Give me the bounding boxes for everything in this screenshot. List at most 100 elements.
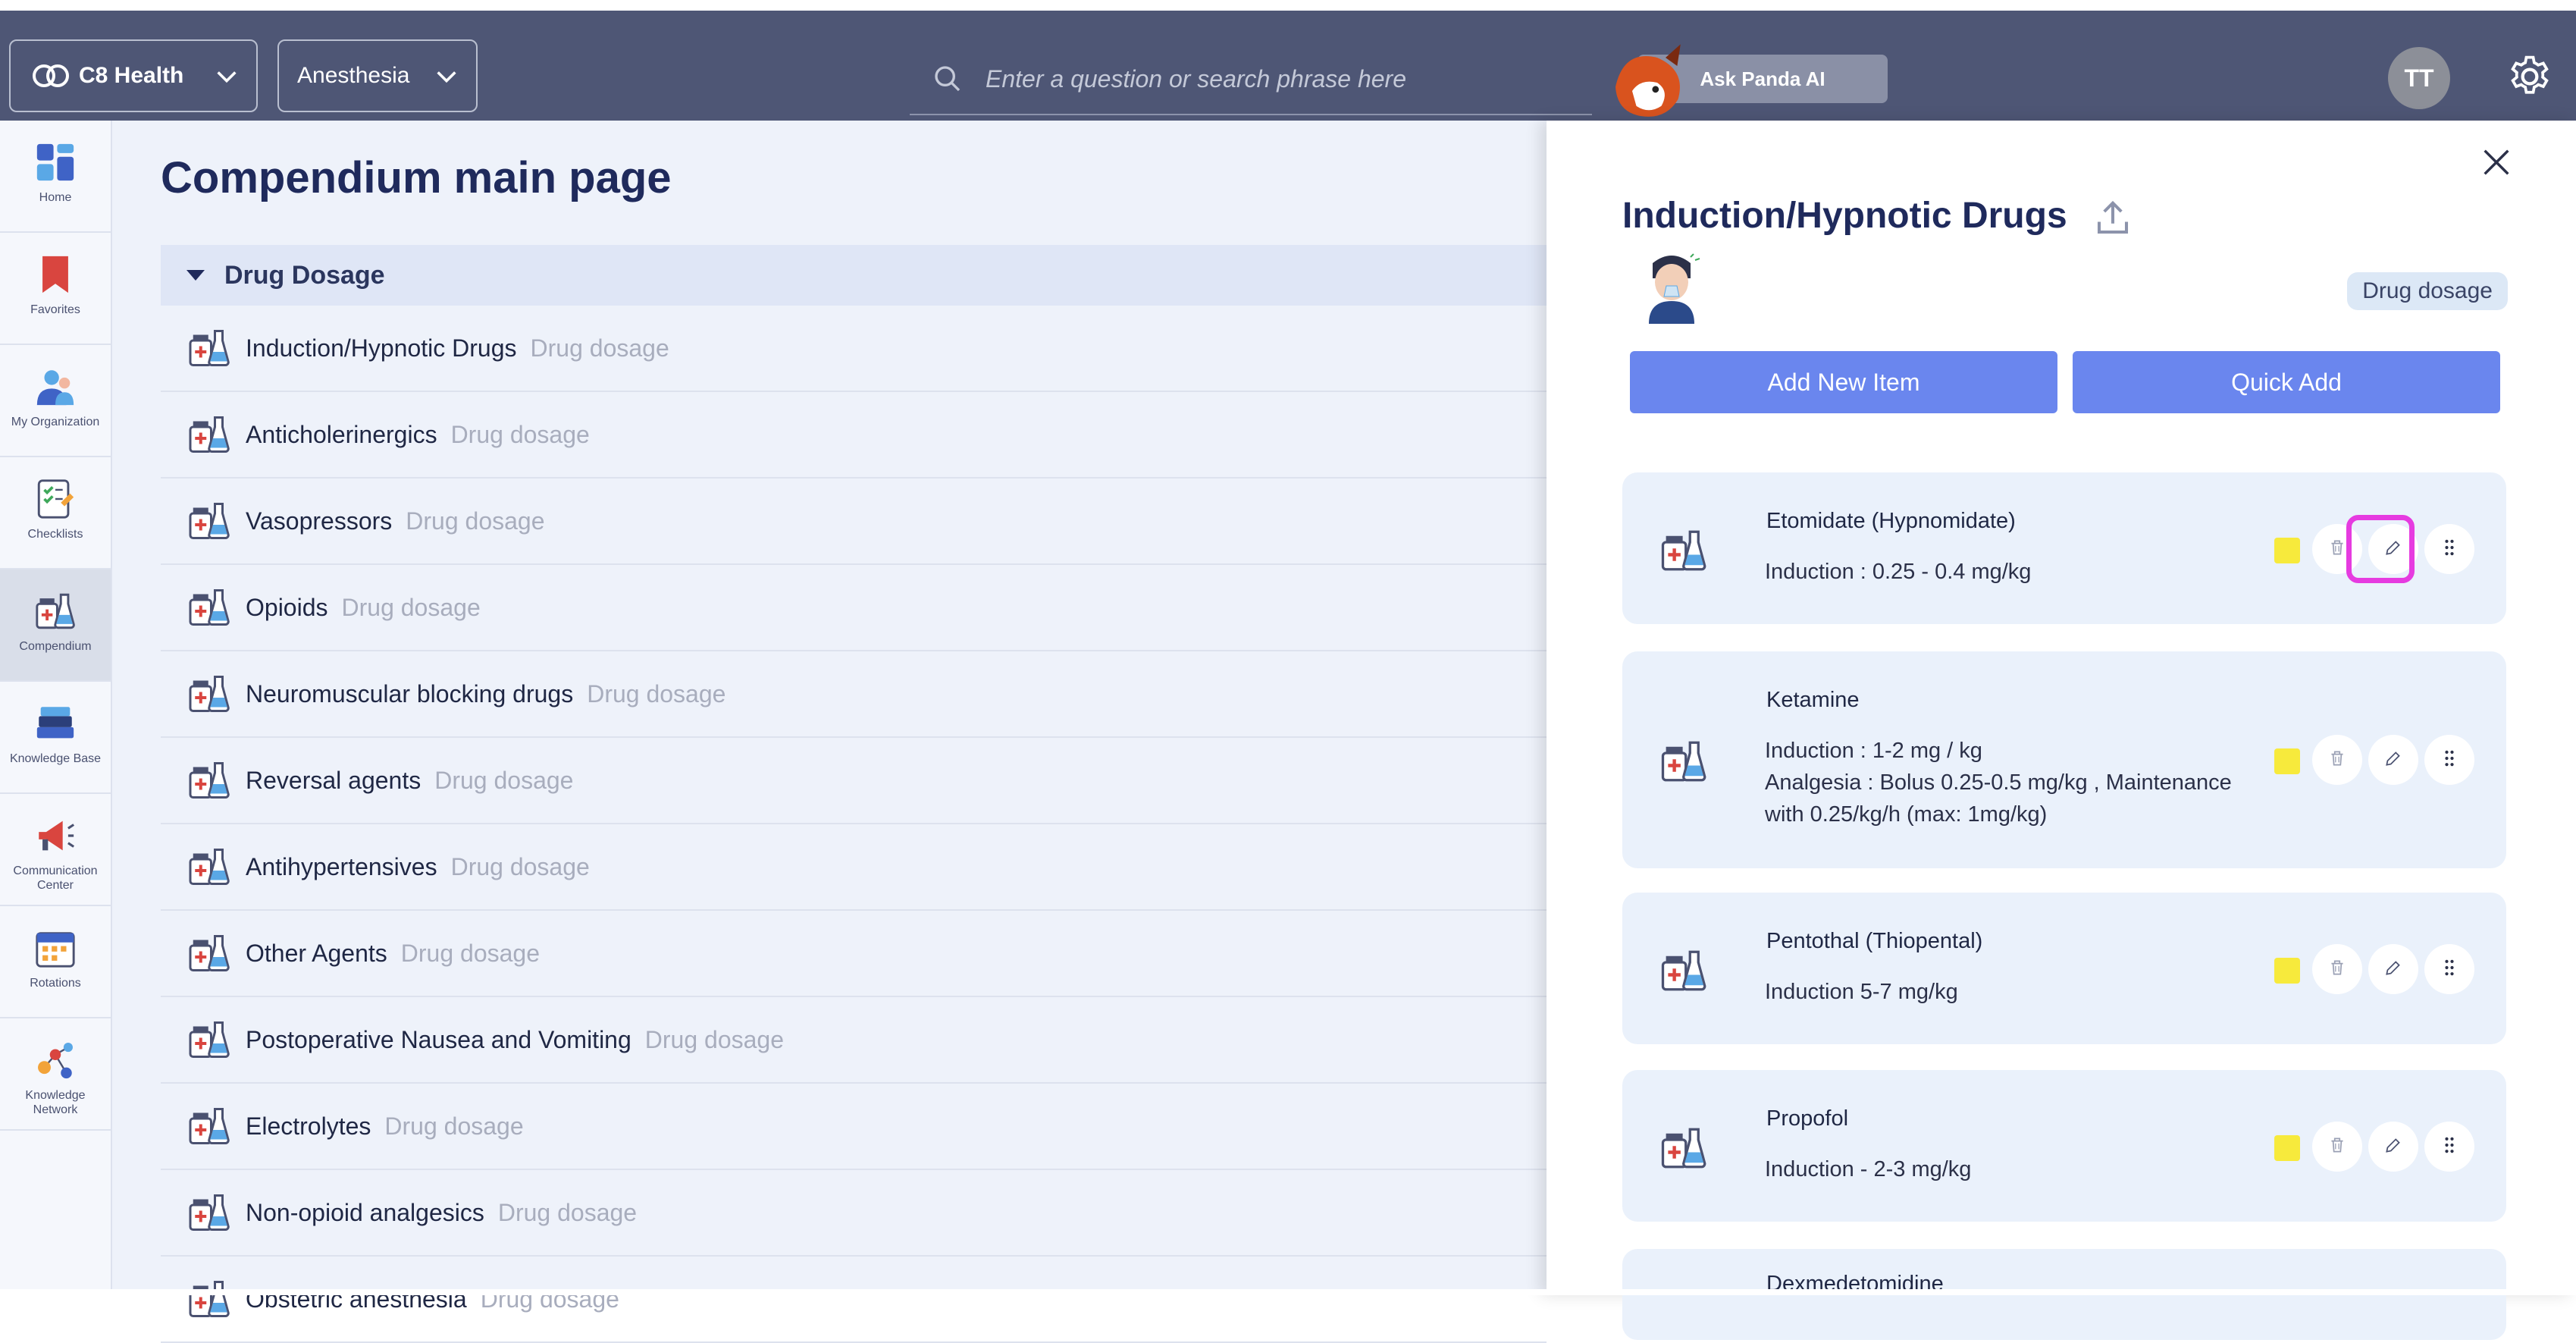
people-icon (36, 370, 74, 406)
drag-handle[interactable] (2424, 735, 2474, 785)
card-actions (2274, 733, 2487, 786)
section-header-drug-dosage[interactable]: Drug Dosage (161, 245, 1547, 306)
org-label: C8 Health (79, 63, 184, 88)
drug-kit-icon (1659, 946, 1709, 996)
drug-card[interactable]: Propofol Induction - 2-3 mg/kg (1622, 1070, 2506, 1222)
sidebar-item-checklists[interactable]: Checklists (0, 457, 111, 570)
close-icon[interactable] (2479, 145, 2514, 180)
org-dropdown[interactable]: C8 Health (9, 39, 258, 112)
highlight-ring (2346, 515, 2415, 583)
specialty-label: Anesthesia (297, 63, 410, 88)
list-item[interactable]: Electrolytes Drug dosage (161, 1084, 1547, 1170)
search-icon (935, 66, 961, 92)
drag-dots-icon (2439, 748, 2460, 773)
drug-kit-icon (186, 325, 232, 371)
sidebar-item-compendium[interactable]: Compendium (0, 570, 111, 682)
user-avatar[interactable]: TT (2388, 47, 2450, 109)
edit-button[interactable] (2368, 944, 2418, 994)
list-item-name: Non-opioid analgesics (246, 1198, 484, 1226)
section-title: Drug Dosage (224, 260, 385, 290)
delete-button[interactable] (2312, 1122, 2362, 1172)
color-flag[interactable] (2274, 748, 2300, 774)
list-item-name: Electrolytes (246, 1112, 371, 1140)
share-upload-icon[interactable] (2092, 198, 2133, 239)
color-flag[interactable] (2274, 1135, 2300, 1161)
home-grid-icon (36, 143, 74, 181)
delete-button[interactable] (2312, 735, 2362, 785)
drug-kit-icon (1659, 1123, 1709, 1173)
list-item[interactable]: Antihypertensives Drug dosage (161, 824, 1547, 911)
list-item[interactable]: Non-opioid analgesics Drug dosage (161, 1170, 1547, 1257)
drug-card-name: Etomidate (Hypnomidate) (1766, 509, 2016, 533)
list-item[interactable]: Obstetric anesthesia Drug dosage (161, 1257, 1547, 1343)
drag-handle[interactable] (2424, 944, 2474, 994)
trash-icon (2327, 958, 2347, 981)
list-item-tag: Drug dosage (497, 1198, 638, 1226)
sidebar-label-rotations: Rotations (30, 977, 81, 990)
sidebar-label-knowledge-network: Knowledge Network (25, 1089, 86, 1116)
calendar-icon (36, 932, 75, 968)
pencil-icon (2383, 1135, 2403, 1159)
list-item-name: Other Agents (246, 939, 387, 967)
sidebar-item-rotations[interactable]: Rotations (0, 906, 111, 1018)
chevron-down-icon (437, 71, 456, 83)
drag-dots-icon (2439, 1134, 2460, 1159)
sidebar-item-favorites[interactable]: Favorites (0, 233, 111, 345)
drug-card-name: Ketamine (1766, 688, 1860, 712)
color-flag[interactable] (2274, 538, 2300, 563)
drag-handle[interactable] (2424, 524, 2474, 574)
list-item[interactable]: Vasopressors Drug dosage (161, 479, 1547, 565)
list-item[interactable]: Postoperative Nausea and Vomiting Drug do… (161, 997, 1547, 1084)
delete-button[interactable] (2312, 944, 2362, 994)
list-item-tag: Drug dosage (406, 507, 545, 535)
list-item[interactable]: Anticholerinergics Drug dosage (161, 392, 1547, 479)
edit-button[interactable] (2368, 735, 2418, 785)
add-new-item-button[interactable]: Add New Item (1630, 351, 2057, 413)
trash-icon (2327, 1135, 2347, 1159)
sidebar-item-my-organization[interactable]: My Organization (0, 345, 111, 457)
anesthesia-mask-illustration (1649, 253, 1700, 324)
checklist-icon (37, 479, 74, 519)
drug-kit-icon (186, 1190, 232, 1235)
drug-kit-icon (186, 758, 232, 803)
color-flag[interactable] (2274, 958, 2300, 984)
list-item-tag: Drug dosage (644, 1025, 784, 1053)
search-placeholder: Enter a question or search phrase here (986, 64, 1406, 93)
list-item[interactable]: Neuromuscular blocking drugs Drug dosage (161, 651, 1547, 738)
list-item-tag: Drug dosage (587, 679, 726, 708)
sidebar-item-knowledge-network[interactable]: Knowledge Network (0, 1018, 111, 1131)
sidebar-label-my-organization: My Organization (11, 416, 100, 428)
quick-add-button[interactable]: Quick Add (2073, 351, 2500, 413)
compendium-main: Compendium main page Drug Dosage Inducti… (112, 121, 1547, 1343)
drug-card-dosage: Induction - 2-3 mg/kg (1765, 1157, 1972, 1181)
gear-icon[interactable] (2505, 52, 2554, 101)
list-item[interactable]: Other Agents Drug dosage (161, 911, 1547, 997)
caret-down-icon (186, 270, 205, 281)
drug-card-name: Propofol (1766, 1106, 1849, 1131)
drug-card-dosage: Induction : 0.25 - 0.4 mg/kg (1765, 560, 2032, 584)
sidebar-item-home[interactable]: Home (0, 121, 111, 233)
list-item-name: Antihypertensives (246, 852, 437, 880)
list-item-name: Postoperative Nausea and Vomiting (246, 1025, 631, 1053)
compendium-icon (36, 593, 75, 629)
drag-handle[interactable] (2424, 1122, 2474, 1172)
list-item[interactable]: Reversal agents Drug dosage (161, 738, 1547, 824)
drug-card[interactable]: Ketamine Induction : 1-2 mg / kg Analgesi… (1622, 651, 2506, 868)
drug-kit-icon (186, 1276, 232, 1322)
c8-logo-icon (33, 64, 69, 87)
sidebar-item-communication-center[interactable]: Communication Center (0, 794, 111, 906)
bookmark-icon (42, 256, 68, 293)
list-item-tag: Drug dosage (434, 766, 574, 794)
list-item-tag: Drug dosage (341, 593, 481, 621)
list-item[interactable]: Opioids Drug dosage (161, 565, 1547, 651)
list-item-name: Opioids (246, 593, 328, 621)
search-bar[interactable]: Enter a question or search phrase here (910, 44, 1592, 115)
edit-button[interactable] (2368, 1122, 2418, 1172)
drug-card[interactable]: Pentothal (Thiopental) Induction 5-7 mg/k… (1622, 893, 2506, 1044)
ask-panda-ai-button[interactable]: Ask Panda AI (1607, 33, 1888, 124)
specialty-dropdown[interactable]: Anesthesia (277, 39, 478, 112)
list-item[interactable]: Induction/Hypnotic Drugs Drug dosage (161, 306, 1547, 392)
sidebar-label-checklists: Checklists (27, 528, 83, 541)
drug-kit-icon (186, 1103, 232, 1149)
sidebar-item-knowledge-base[interactable]: Knowledge Base (0, 682, 111, 794)
